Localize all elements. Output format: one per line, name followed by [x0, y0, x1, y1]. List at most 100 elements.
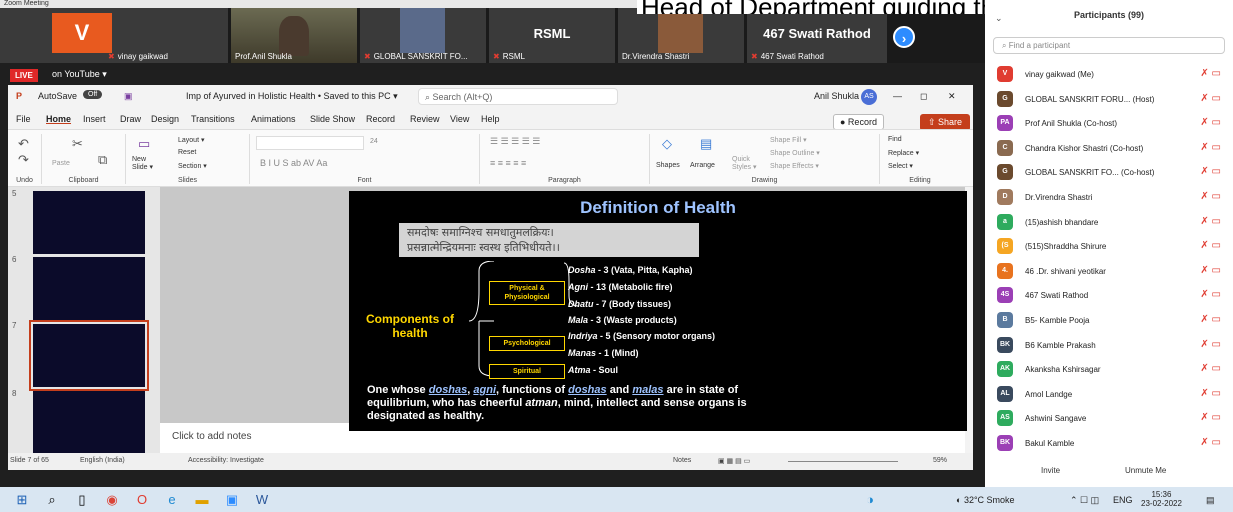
slide-thumbnail[interactable] [33, 391, 145, 454]
video-tile-swati[interactable]: 467 Swati Rathod ✖ 467 Swati Rathod [747, 8, 887, 63]
participant-row[interactable]: 4S 467 Swati Rathod ✗ ▭ [997, 283, 1223, 307]
tab-insert[interactable]: Insert [83, 114, 106, 124]
participant-row[interactable]: BK Bakul Kamble ✗ ▭ [997, 431, 1223, 455]
font-family-dropdown[interactable] [256, 136, 364, 150]
new-slide-icon[interactable]: ▭ [138, 136, 150, 152]
participant-row[interactable]: a (15)ashish bhandare ✗ ▭ [997, 210, 1223, 234]
file-explorer-icon[interactable]: ▬ [194, 492, 210, 508]
view-buttons[interactable]: ▣ ▦ ▤ ▭ [718, 457, 750, 465]
shapes-icon[interactable]: ◇ [662, 136, 672, 152]
language-status[interactable]: English (India) [80, 457, 125, 464]
clock[interactable]: 15:36 23-02-2022 [1141, 490, 1182, 508]
notification-icon[interactable]: ▤ [1206, 495, 1215, 506]
mic-muted-icon[interactable]: ✗ ▭ [1200, 339, 1221, 350]
paste-button[interactable]: Paste [52, 160, 70, 167]
mic-muted-icon[interactable]: ✗ ▭ [1200, 265, 1221, 276]
undo-icon[interactable]: ↶ [18, 136, 29, 152]
arrange-button[interactable]: Arrange [690, 162, 715, 169]
shapes-button[interactable]: Shapes [656, 162, 680, 169]
live-badge[interactable]: LIVE [10, 69, 38, 82]
tray-icons[interactable]: ⌃ ☐ ◫ [1070, 495, 1099, 506]
quick-styles-button[interactable]: Quick Styles ▾ [732, 156, 758, 171]
chrome-icon[interactable]: ◉ [104, 492, 120, 508]
mic-muted-icon[interactable]: ✗ ▭ [1200, 437, 1221, 448]
tab-home[interactable]: Home [46, 114, 71, 124]
participant-row[interactable]: D Dr.Virendra Shastri ✗ ▭ [997, 185, 1223, 209]
participant-row[interactable]: 4. 46 .Dr. shivani yeotikar ✗ ▭ [997, 259, 1223, 283]
mic-muted-icon[interactable]: ✗ ▭ [1200, 216, 1221, 227]
mic-muted-icon[interactable]: ✗ ▭ [1200, 314, 1221, 325]
video-tile-anil-shukla[interactable]: Prof.Anil Shukla [231, 8, 357, 63]
accessibility-status[interactable]: Accessibility: Investigate [188, 457, 264, 464]
tab-record[interactable]: Record [366, 114, 395, 124]
mic-muted-icon[interactable]: ✗ ▭ [1200, 191, 1221, 202]
participant-row[interactable]: G GLOBAL SANSKRIT FO... (Co-host) ✗ ▭ [997, 160, 1223, 184]
section-button[interactable]: Section ▾ [178, 162, 207, 170]
participant-row[interactable]: PA Prof Anil Shukla (Co-host) ✗ ▭ [997, 111, 1223, 135]
mic-muted-icon[interactable]: ✗ ▭ [1200, 363, 1221, 374]
network-app-icon[interactable]: ◑ [862, 492, 878, 508]
participant-row[interactable]: AS Ashwini Sangave ✗ ▭ [997, 406, 1223, 430]
weather-widget[interactable]: ◐ 32°C Smoke [956, 495, 1015, 505]
mic-muted-icon[interactable]: ✗ ▭ [1200, 240, 1221, 251]
edge-icon[interactable]: e [164, 492, 180, 508]
invite-button[interactable]: Invite [1041, 466, 1060, 475]
slide-thumbnail[interactable] [33, 191, 145, 254]
tab-animations[interactable]: Animations [251, 114, 296, 124]
zoom-slider[interactable] [788, 461, 898, 462]
tab-help[interactable]: Help [481, 114, 500, 124]
layout-button[interactable]: Layout ▾ [178, 136, 204, 144]
mic-muted-icon[interactable]: ✗ ▭ [1200, 289, 1221, 300]
select-button[interactable]: Select ▾ [888, 162, 913, 170]
task-view-icon[interactable]: ▯ [74, 492, 90, 508]
participant-row[interactable]: (S (515)Shraddha Shirure ✗ ▭ [997, 234, 1223, 258]
tab-view[interactable]: View [450, 114, 469, 124]
copy-icon[interactable]: ⧉ [98, 152, 107, 168]
arrange-icon[interactable]: ▤ [700, 136, 712, 152]
document-title[interactable]: Imp of Ayurved in Holistic Health • Save… [186, 91, 398, 102]
mic-muted-icon[interactable]: ✗ ▭ [1200, 68, 1221, 79]
font-size-dropdown[interactable]: 24 [370, 138, 378, 145]
slide-thumbnail[interactable] [33, 257, 145, 320]
zoom-app-icon[interactable]: ▣ [224, 492, 240, 508]
save-icon[interactable]: ▣ [124, 91, 133, 102]
windows-start-icon[interactable]: ⊞ [14, 492, 30, 508]
participant-row[interactable]: G GLOBAL SANSKRIT FORU... (Host) ✗ ▭ [997, 87, 1223, 111]
shape-fill-button[interactable]: Shape Fill ▾ [770, 136, 807, 144]
participant-row[interactable]: AK Akanksha Kshirsagar ✗ ▭ [997, 357, 1223, 381]
video-tile-vinay[interactable]: V ✖ vinay gaikwad [0, 8, 228, 63]
tab-slide-show[interactable]: Slide Show [310, 114, 355, 124]
live-destination[interactable]: on YouTube ▾ [52, 69, 107, 80]
opera-icon[interactable]: O [134, 492, 150, 508]
tab-design[interactable]: Design [151, 114, 179, 124]
reset-button[interactable]: Reset [178, 149, 196, 156]
notes-toggle[interactable]: Notes [673, 457, 691, 464]
tab-transitions[interactable]: Transitions [191, 114, 235, 124]
word-icon[interactable]: W [254, 492, 270, 508]
replace-button[interactable]: Replace ▾ [888, 149, 919, 157]
mic-muted-icon[interactable]: ✗ ▭ [1200, 388, 1221, 399]
participant-row[interactable]: B B5- Kamble Pooja ✗ ▭ [997, 308, 1223, 332]
video-tile-global-sanskrit[interactable]: ✖ GLOBAL SANSKRIT FO... [360, 8, 486, 63]
unmute-me-button[interactable]: Unmute Me [1125, 466, 1166, 475]
minimize-icon[interactable]: — [893, 91, 902, 101]
autosave-toggle[interactable]: Off [83, 90, 103, 99]
new-slide-button[interactable]: New Slide ▾ [132, 156, 162, 171]
participant-row[interactable]: Vvinay gaikwad (Me) ✗ ▭ [997, 62, 1223, 86]
record-button[interactable]: ● Record [833, 114, 884, 130]
restore-icon[interactable]: ◻ [920, 91, 927, 102]
participant-row[interactable]: BK B6 Kamble Prakash ✗ ▭ [997, 333, 1223, 357]
video-tile-virendra[interactable]: Dr.Virendra Shastri [618, 8, 744, 63]
participant-row[interactable]: C Chandra Kishor Shastri (Co-host) ✗ ▭ [997, 136, 1223, 160]
input-language[interactable]: ENG [1113, 495, 1133, 505]
next-page-button[interactable]: › [893, 26, 915, 48]
mic-muted-icon[interactable]: ✗ ▭ [1200, 117, 1221, 128]
shape-outline-button[interactable]: Shape Outline ▾ [770, 149, 820, 157]
mic-muted-icon[interactable]: ✗ ▭ [1200, 412, 1221, 423]
slide-canvas[interactable]: Definition of Health समदोषः समाग्निश्च स… [349, 191, 967, 431]
mic-muted-icon[interactable]: ✗ ▭ [1200, 142, 1221, 153]
find-button[interactable]: Find [888, 136, 902, 143]
mic-muted-icon[interactable]: ✗ ▭ [1200, 93, 1221, 104]
participant-row[interactable]: AL Amol Landge ✗ ▭ [997, 382, 1223, 406]
slide-thumbnail-active[interactable] [29, 320, 149, 391]
